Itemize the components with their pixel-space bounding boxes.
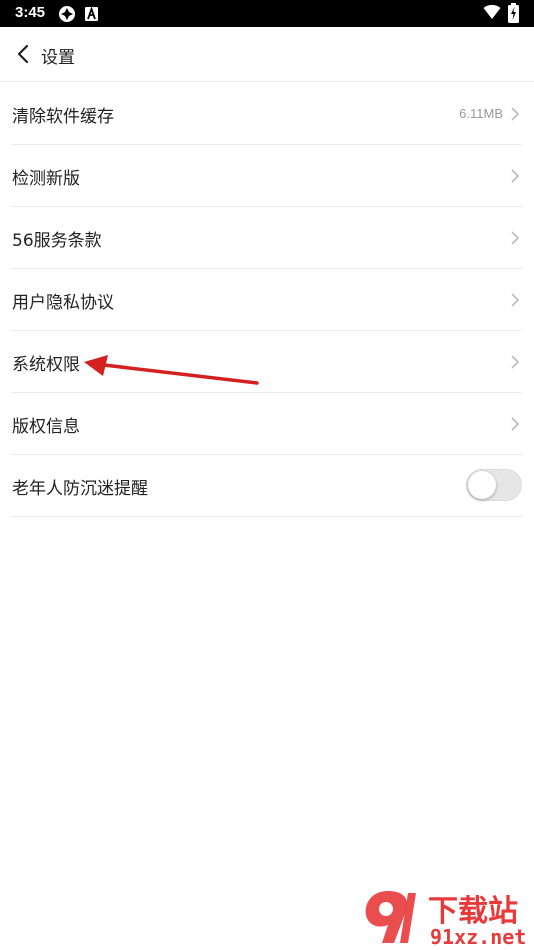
svg-text:91xz.net: 91xz.net bbox=[430, 925, 526, 947]
settings-list: 清除软件缓存 6.11MB 检测新版 56服务条款 用户隐私协议 系统权限 版权… bbox=[0, 83, 534, 517]
page-title: 设置 bbox=[41, 48, 75, 68]
settings-row-copyright-info[interactable]: 版权信息 bbox=[11, 393, 522, 455]
svg-text:下载站: 下载站 bbox=[428, 894, 518, 929]
header: 设置 bbox=[0, 27, 534, 82]
settings-row-privacy-policy[interactable]: 用户隐私协议 bbox=[11, 269, 522, 331]
settings-row-system-permissions[interactable]: 系统权限 bbox=[11, 331, 522, 393]
chevron-right-icon bbox=[511, 169, 520, 183]
settings-row-label: 检测新版 bbox=[12, 169, 80, 189]
app-notification-icon bbox=[58, 5, 76, 27]
back-button[interactable] bbox=[14, 43, 34, 65]
chevron-right-icon bbox=[511, 107, 520, 121]
chevron-right-icon bbox=[511, 355, 520, 369]
toggle-knob bbox=[468, 471, 496, 499]
status-bar: 3:45 bbox=[0, 0, 534, 27]
chevron-right-icon bbox=[511, 231, 520, 245]
settings-row-label: 系统权限 bbox=[12, 355, 80, 375]
settings-row-check-update[interactable]: 检测新版 bbox=[11, 145, 522, 207]
settings-row-clear-cache[interactable]: 清除软件缓存 6.11MB bbox=[11, 83, 522, 145]
chevron-right-icon bbox=[511, 293, 520, 307]
settings-row-label: 清除软件缓存 bbox=[12, 107, 114, 127]
elderly-mode-toggle[interactable] bbox=[466, 469, 522, 501]
settings-row-label: 用户隐私协议 bbox=[12, 293, 114, 313]
a-letter-icon bbox=[85, 6, 98, 25]
wifi-icon bbox=[483, 4, 501, 24]
chevron-left-icon bbox=[17, 44, 29, 64]
settings-row-elderly-anti-addiction: 老年人防沉迷提醒 bbox=[11, 455, 522, 517]
chevron-right-icon bbox=[511, 417, 520, 431]
settings-row-terms-of-service[interactable]: 56服务条款 bbox=[11, 207, 522, 269]
watermark-logo: 下载站 91xz.net bbox=[365, 891, 526, 947]
cache-size-value: 6.11MB bbox=[459, 106, 503, 121]
settings-row-label: 老年人防沉迷提醒 bbox=[12, 479, 148, 499]
watermark-91-mark bbox=[365, 891, 416, 943]
settings-row-label: 56服务条款 bbox=[12, 231, 102, 251]
battery-charging-icon bbox=[508, 3, 519, 27]
settings-row-label: 版权信息 bbox=[12, 417, 80, 437]
status-time: 3:45 bbox=[15, 4, 46, 21]
